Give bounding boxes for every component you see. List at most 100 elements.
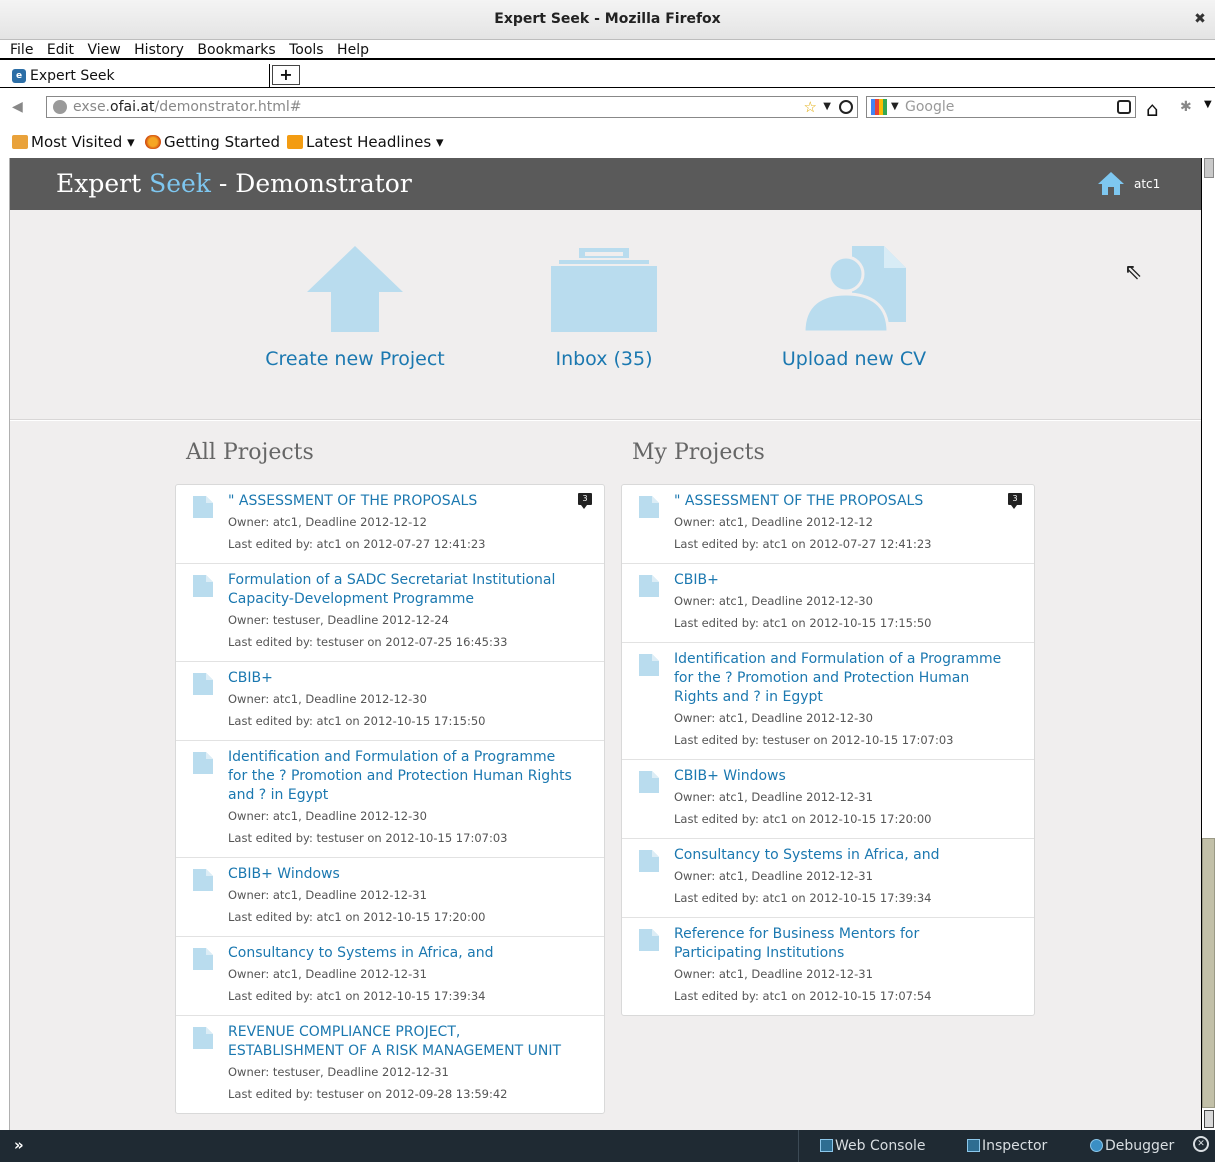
project-item[interactable]: " ASSESSMENT OF THE PROPOSALS Owner: atc1… (176, 485, 604, 564)
firefox-icon (145, 135, 161, 149)
scroll-up-button[interactable] (1204, 158, 1214, 178)
project-item[interactable]: CBIB+ Owner: atc1, Deadline 2012-12-30 Las… (176, 662, 604, 741)
web-console-button[interactable]: Web Console (820, 1138, 926, 1154)
project-item[interactable]: Consultancy to Systems in Africa, and Own… (622, 839, 1034, 918)
app-title[interactable]: Expert Seek - Demonstrator (56, 169, 412, 198)
project-title[interactable]: Consultancy to Systems in Africa, and (674, 846, 1024, 865)
project-item[interactable]: CBIB+ Windows Owner: atc1, Deadline 2012-… (622, 760, 1034, 839)
project-last-edited: Last edited by: atc1 on 2012-10-15 17:15… (674, 616, 932, 630)
menu-help[interactable]: Help (337, 40, 369, 60)
debugger-icon (1090, 1139, 1103, 1152)
console-icon (820, 1139, 833, 1152)
bookmark-label: Most Visited ▾ (31, 133, 135, 151)
devtools-toggle-icon[interactable]: » (14, 1136, 24, 1154)
project-title[interactable]: CBIB+ (228, 669, 594, 688)
project-title[interactable]: Reference for Business Mentors for Parti… (674, 925, 1024, 963)
menu-history[interactable]: History (134, 40, 184, 60)
inbox-button[interactable]: Inbox (35) (494, 246, 714, 370)
project-item[interactable]: REVENUE COMPLIANCE PROJECT, ESTABLISHMEN… (176, 1016, 604, 1113)
reload-icon[interactable] (839, 100, 853, 114)
user-name[interactable]: atc1 (1134, 177, 1160, 191)
project-item[interactable]: Identification and Formulation of a Prog… (176, 741, 604, 858)
project-title[interactable]: Identification and Formulation of a Prog… (228, 748, 594, 805)
url-prefix: exse. (73, 99, 111, 115)
project-owner: Owner: atc1, Deadline 2012-12-31 (674, 967, 873, 981)
menu-edit[interactable]: Edit (47, 40, 74, 60)
project-last-edited: Last edited by: atc1 on 2012-10-15 17:39… (674, 891, 932, 905)
toolbar-overflow-icon[interactable]: ▼ (1204, 99, 1212, 110)
project-title[interactable]: Formulation of a SADC Secretariat Instit… (228, 571, 594, 609)
bookmark-latest-headlines[interactable]: Latest Headlines ▾ (287, 133, 444, 151)
bookmarks-toolbar: Most Visited ▾ Getting Started Latest He… (0, 126, 1215, 158)
bookmark-most-visited[interactable]: Most Visited ▾ (12, 133, 135, 151)
document-icon (193, 575, 213, 597)
project-owner: Owner: atc1, Deadline 2012-12-30 (228, 692, 427, 706)
scroll-thumb[interactable] (1202, 838, 1215, 1108)
project-last-edited: Last edited by: testuser on 2012-07-25 1… (228, 635, 508, 649)
google-icon[interactable] (871, 99, 887, 115)
project-item[interactable]: Reference for Business Mentors for Parti… (622, 918, 1034, 1015)
address-bar[interactable]: exse.ofai.at/demonstrator.html# ☆ ▼ (46, 96, 858, 118)
project-title[interactable]: " ASSESSMENT OF THE PROPOSALS (228, 492, 594, 511)
folder-icon (12, 135, 28, 149)
project-title[interactable]: " ASSESSMENT OF THE PROPOSALS (674, 492, 1024, 511)
bookmark-star-icon[interactable]: ☆ (804, 97, 817, 117)
document-icon (193, 948, 213, 970)
inbox-label: Inbox (35) (555, 348, 653, 370)
page-scrollbar[interactable] (1201, 158, 1215, 1130)
debugger-button[interactable]: Debugger (1090, 1138, 1174, 1154)
project-owner: Owner: atc1, Deadline 2012-12-31 (228, 967, 427, 981)
project-last-edited: Last edited by: atc1 on 2012-10-15 17:07… (674, 989, 932, 1003)
project-title[interactable]: REVENUE COMPLIANCE PROJECT, ESTABLISHMEN… (228, 1023, 594, 1061)
tab-bar: e Expert Seek + (0, 62, 1215, 88)
tab-expert-seek[interactable]: e Expert Seek (8, 64, 270, 88)
create-project-label: Create new Project (265, 348, 445, 370)
project-item[interactable]: Identification and Formulation of a Prog… (622, 643, 1034, 760)
document-icon (193, 1027, 213, 1049)
project-item[interactable]: CBIB+ Owner: atc1, Deadline 2012-12-30 Las… (622, 564, 1034, 643)
upload-cv-button[interactable]: Upload new CV (744, 246, 964, 370)
menu-file[interactable]: File (10, 40, 33, 60)
project-title[interactable]: CBIB+ (674, 571, 1024, 590)
home-icon[interactable] (1098, 171, 1124, 195)
devtools-close-icon[interactable]: ✕ (1193, 1136, 1209, 1152)
project-title[interactable]: Consultancy to Systems in Africa, and (228, 944, 594, 963)
addon-icon[interactable]: ✱ (1180, 99, 1192, 115)
url-host: ofai.at (110, 99, 155, 115)
new-tab-button[interactable]: + (272, 65, 300, 85)
window-title: Expert Seek - Mozilla Firefox (494, 11, 721, 27)
project-title[interactable]: Identification and Formulation of a Prog… (674, 650, 1024, 707)
all-projects-heading: All Projects (186, 440, 314, 465)
project-item[interactable]: CBIB+ Windows Owner: atc1, Deadline 2012-… (176, 858, 604, 937)
scroll-down-button[interactable] (1204, 1110, 1214, 1128)
url-dropdown-icon[interactable]: ▼ (823, 97, 831, 117)
search-engine-dropdown-icon[interactable]: ▼ (891, 97, 899, 117)
search-input[interactable]: ▼ Google (866, 96, 1136, 118)
browser-home-icon[interactable]: ⌂ (1146, 97, 1159, 121)
arrow-up-icon (307, 246, 403, 332)
window-close-icon[interactable]: ✖ (1191, 10, 1209, 28)
menu-bar: File Edit View History Bookmarks Tools H… (0, 40, 1215, 60)
project-title[interactable]: CBIB+ Windows (674, 767, 1024, 786)
document-icon (193, 673, 213, 695)
search-icon[interactable] (1117, 100, 1131, 114)
project-item[interactable]: " ASSESSMENT OF THE PROPOSALS Owner: atc1… (622, 485, 1034, 564)
project-last-edited: Last edited by: testuser on 2012-10-15 1… (674, 733, 954, 747)
project-owner: Owner: atc1, Deadline 2012-12-30 (674, 594, 873, 608)
inspector-button[interactable]: Inspector (967, 1138, 1047, 1154)
comment-count-badge[interactable]: 3 (1008, 493, 1022, 509)
search-placeholder: Google (905, 99, 955, 115)
project-title[interactable]: CBIB+ Windows (228, 865, 594, 884)
create-project-button[interactable]: Create new Project (245, 246, 465, 370)
bookmark-getting-started[interactable]: Getting Started (145, 133, 280, 151)
project-owner: Owner: atc1, Deadline 2012-12-31 (674, 869, 873, 883)
comment-count-badge[interactable]: 3 (578, 493, 592, 509)
menu-bookmarks[interactable]: Bookmarks (197, 40, 275, 60)
menu-view[interactable]: View (87, 40, 120, 60)
document-icon (193, 869, 213, 891)
project-item[interactable]: Consultancy to Systems in Africa, and Own… (176, 937, 604, 1016)
back-icon[interactable]: ◀ (12, 99, 23, 115)
page-viewport: Expert Seek - Demonstrator atc1 Create n… (10, 158, 1201, 1130)
project-item[interactable]: Formulation of a SADC Secretariat Instit… (176, 564, 604, 662)
menu-tools[interactable]: Tools (289, 40, 324, 60)
